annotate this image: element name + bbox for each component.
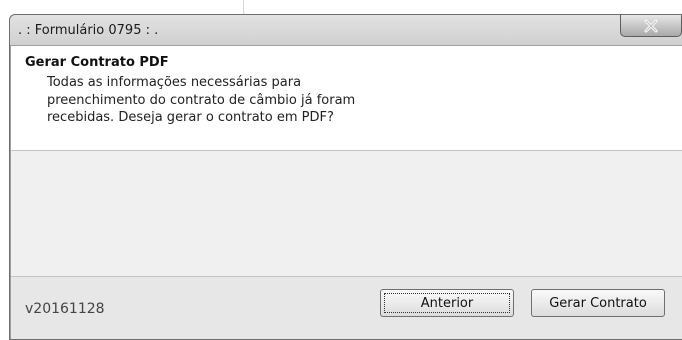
message-line-2: preenchimento do contrato de câmbio já f…	[47, 93, 356, 108]
background-strip	[0, 0, 682, 14]
dialog-window: . : Formulário 0795 : . Gerar Contrato P…	[9, 14, 682, 340]
message-line-3: recebidas. Deseja gerar o contrato em PD…	[47, 110, 334, 125]
message-panel: Gerar Contrato PDF Todas as informações …	[11, 46, 682, 151]
title-bar[interactable]: . : Formulário 0795 : .	[10, 15, 682, 45]
version-label: v20161128	[25, 301, 105, 317]
close-icon	[644, 19, 658, 32]
dialog-footer: v20161128 Anterior Gerar Contrato	[11, 276, 682, 339]
dialog-client-area: Gerar Contrato PDF Todas as informações …	[10, 45, 682, 339]
background-divider	[243, 0, 244, 14]
window-title: . : Formulário 0795 : .	[18, 23, 159, 38]
generate-contract-button[interactable]: Gerar Contrato	[531, 289, 665, 317]
back-button[interactable]: Anterior	[380, 289, 514, 317]
dialog-heading: Gerar Contrato PDF	[25, 55, 169, 70]
close-button[interactable]	[620, 15, 682, 37]
generate-contract-button-label: Gerar Contrato	[549, 295, 647, 311]
back-button-label: Anterior	[420, 295, 474, 311]
message-line-1: Todas as informações necessárias para	[47, 75, 302, 90]
